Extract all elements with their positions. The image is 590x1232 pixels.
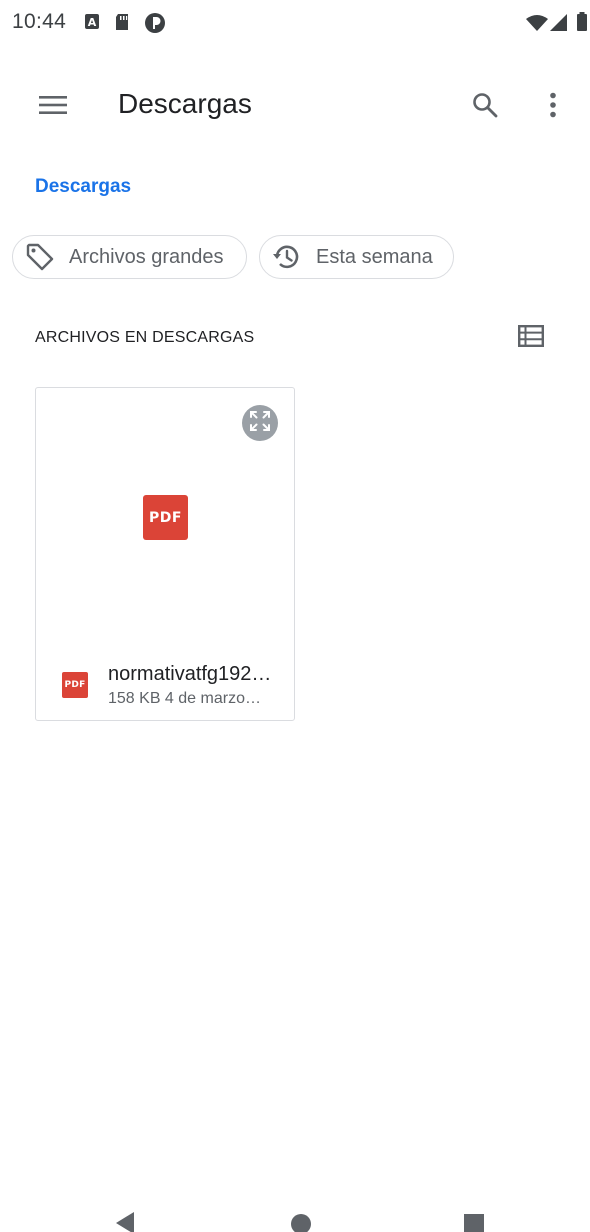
screen: 10:44 A Descargas Descargas Archivos gra…	[0, 0, 590, 1232]
recents-button[interactable]	[454, 1210, 494, 1232]
more-options-button[interactable]	[526, 80, 580, 134]
home-icon	[289, 1210, 313, 1232]
history-icon	[270, 240, 304, 274]
wifi-icon	[526, 14, 548, 36]
svg-text:A: A	[88, 16, 97, 29]
home-button[interactable]	[281, 1210, 321, 1232]
recents-icon	[462, 1210, 486, 1232]
back-button[interactable]	[105, 1210, 145, 1232]
chip-label: Esta semana	[316, 245, 433, 268]
search-button[interactable]	[458, 80, 512, 134]
pdf-thumbnail-icon: PDF	[143, 495, 188, 540]
view-toggle-button[interactable]	[508, 317, 554, 359]
cell-signal-icon	[550, 14, 568, 36]
chip-this-week[interactable]: Esta semana	[259, 235, 454, 279]
menu-button[interactable]	[26, 80, 80, 134]
list-view-icon	[518, 324, 545, 352]
system-nav-bar	[0, 1200, 590, 1232]
pdf-file-type-icon: PDF	[62, 672, 88, 698]
section-header: ARCHIVOS EN DESCARGAS	[35, 329, 255, 346]
expand-button[interactable]	[242, 405, 278, 441]
menu-icon	[39, 95, 67, 120]
app-bar: Descargas	[0, 66, 590, 148]
more-vert-icon	[549, 92, 557, 123]
chip-label: Archivos grandes	[69, 245, 224, 268]
sd-card-icon	[114, 12, 130, 34]
status-bar: 10:44 A	[0, 0, 590, 46]
chip-large-files[interactable]: Archivos grandes	[12, 235, 247, 279]
label-tag-icon	[23, 240, 57, 274]
battery-icon	[576, 12, 588, 34]
file-meta: 158 KB 4 de marzo…	[108, 690, 261, 707]
status-time: 10:44	[12, 10, 67, 33]
font-a-icon: A	[84, 12, 100, 34]
expand-icon	[248, 409, 272, 438]
page-title: Descargas	[118, 88, 252, 119]
breadcrumb-descargas[interactable]: Descargas	[35, 176, 131, 198]
file-card[interactable]: PDF PDF normativatfg192… 158 KB 4 de mar…	[35, 387, 295, 721]
search-icon	[472, 92, 498, 123]
file-name: normativatfg192…	[108, 663, 272, 685]
data-saver-icon	[144, 12, 166, 34]
back-icon	[113, 1210, 137, 1232]
